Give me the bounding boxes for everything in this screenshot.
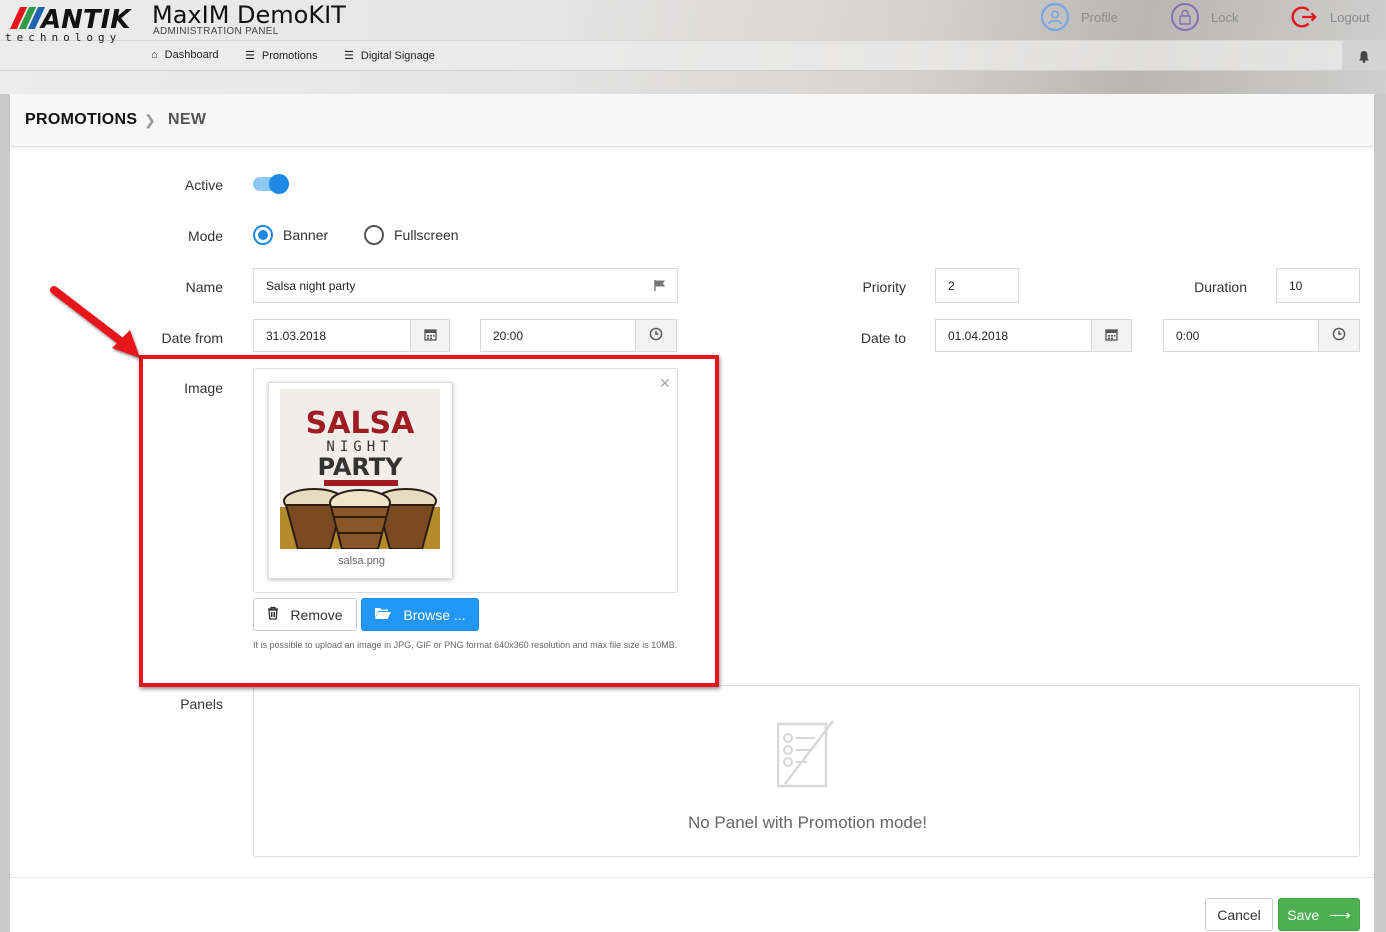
flag-icon	[653, 279, 667, 295]
list-icon: ☰	[344, 50, 354, 62]
no-panel-message: No Panel with Promotion mode!	[687, 813, 928, 832]
app-header: ANTIK technology MaxIM DemoKIT ADMINISTR…	[0, 0, 1386, 94]
app-title: MaxIM DemoKIT	[152, 1, 346, 29]
mode-fullscreen-radio[interactable]	[364, 225, 384, 245]
nav-dashboard-label: Dashboard	[164, 49, 219, 61]
duration-value: 10	[1289, 278, 1303, 293]
date-to-value: 01.04.2018	[948, 328, 1009, 343]
calendar-icon	[423, 328, 437, 344]
clock-icon	[1332, 327, 1346, 344]
list-icon: ☰	[245, 50, 255, 62]
logout-label: Logout	[1330, 9, 1370, 25]
breadcrumb-new: NEW	[168, 111, 207, 128]
date-to-label: Date to	[860, 330, 906, 346]
name-value: Salsa night party	[266, 278, 356, 293]
active-toggle[interactable]	[253, 174, 289, 194]
lock-link[interactable]: Lock	[1171, 2, 1238, 32]
priority-label: Priority	[862, 279, 906, 295]
nav-dashboard[interactable]: ⌂ Dashboard	[151, 49, 218, 61]
breadcrumb-promotions[interactable]: PROMOTIONS	[25, 111, 137, 129]
notifications-bell-icon[interactable]	[1342, 41, 1386, 71]
save-button[interactable]: Save ⟶	[1278, 898, 1360, 931]
save-label: Save	[1287, 906, 1320, 923]
priority-value: 2	[948, 278, 955, 293]
lock-label: Lock	[1211, 9, 1239, 25]
highlight-frame	[139, 355, 719, 687]
chevron-right-icon: ❯	[144, 112, 157, 128]
panels-list: No Panel with Promotion mode!	[253, 685, 1360, 857]
time-from-value: 20:00	[493, 328, 524, 343]
time-to-value: 0:00	[1176, 328, 1200, 343]
duration-input[interactable]: 10	[1276, 268, 1360, 303]
mode-fullscreen-label[interactable]: Fullscreen	[394, 227, 459, 243]
lock-icon	[1171, 3, 1199, 31]
nav-promotions-label: Promotions	[261, 49, 318, 62]
home-icon: ⌂	[151, 49, 158, 61]
time-from-input[interactable]: 20:00	[480, 319, 636, 352]
panels-label: Panels	[180, 696, 223, 712]
breadcrumb: PROMOTIONS ❯ NEW	[10, 94, 1374, 147]
time-from-clock-button[interactable]	[635, 319, 677, 352]
user-icon	[1041, 3, 1069, 31]
antik-logo[interactable]: ANTIK	[5, 5, 145, 35]
mode-banner-label[interactable]: Banner	[283, 227, 328, 243]
duration-label: Duration	[1194, 279, 1247, 295]
date-to-input[interactable]: 01.04.2018	[935, 319, 1092, 352]
footer-divider	[10, 877, 1374, 878]
logo-subtext: technology	[5, 31, 122, 44]
calendar-icon	[1105, 328, 1118, 344]
mode-banner-radio[interactable]	[253, 225, 273, 245]
name-input[interactable]: Salsa night party	[253, 268, 678, 303]
cancel-label: Cancel	[1217, 906, 1261, 923]
logout-icon	[1290, 3, 1318, 31]
toggle-knob	[269, 174, 289, 194]
date-from-calendar-button[interactable]	[410, 319, 450, 352]
profile-link[interactable]: Profile	[1041, 2, 1118, 32]
mode-label: Mode	[187, 228, 223, 244]
date-from-input[interactable]: 31.03.2018	[253, 319, 411, 352]
nav-promotions[interactable]: ☰ Promotions	[245, 49, 318, 63]
app-subtitle: ADMINISTRATION PANEL	[153, 26, 279, 37]
nav-digital-signage-label: Digital Signage	[360, 49, 435, 62]
date-from-value: 31.03.2018	[266, 328, 327, 343]
active-label: Active	[184, 177, 223, 193]
logout-link[interactable]: Logout	[1290, 2, 1370, 32]
empty-checklist-icon	[777, 720, 834, 788]
time-to-clock-button[interactable]	[1318, 319, 1360, 352]
nav-digital-signage[interactable]: ☰ Digital Signage	[344, 49, 435, 63]
cancel-button[interactable]: Cancel	[1205, 898, 1273, 931]
arrow-right-icon: ⟶	[1329, 906, 1351, 924]
clock-icon	[649, 327, 663, 344]
date-to-calendar-button[interactable]	[1091, 319, 1132, 352]
priority-input[interactable]: 2	[935, 268, 1019, 303]
profile-label: Profile	[1081, 9, 1118, 25]
time-to-input[interactable]: 0:00	[1163, 319, 1319, 352]
annotation-arrow-icon	[50, 286, 140, 358]
